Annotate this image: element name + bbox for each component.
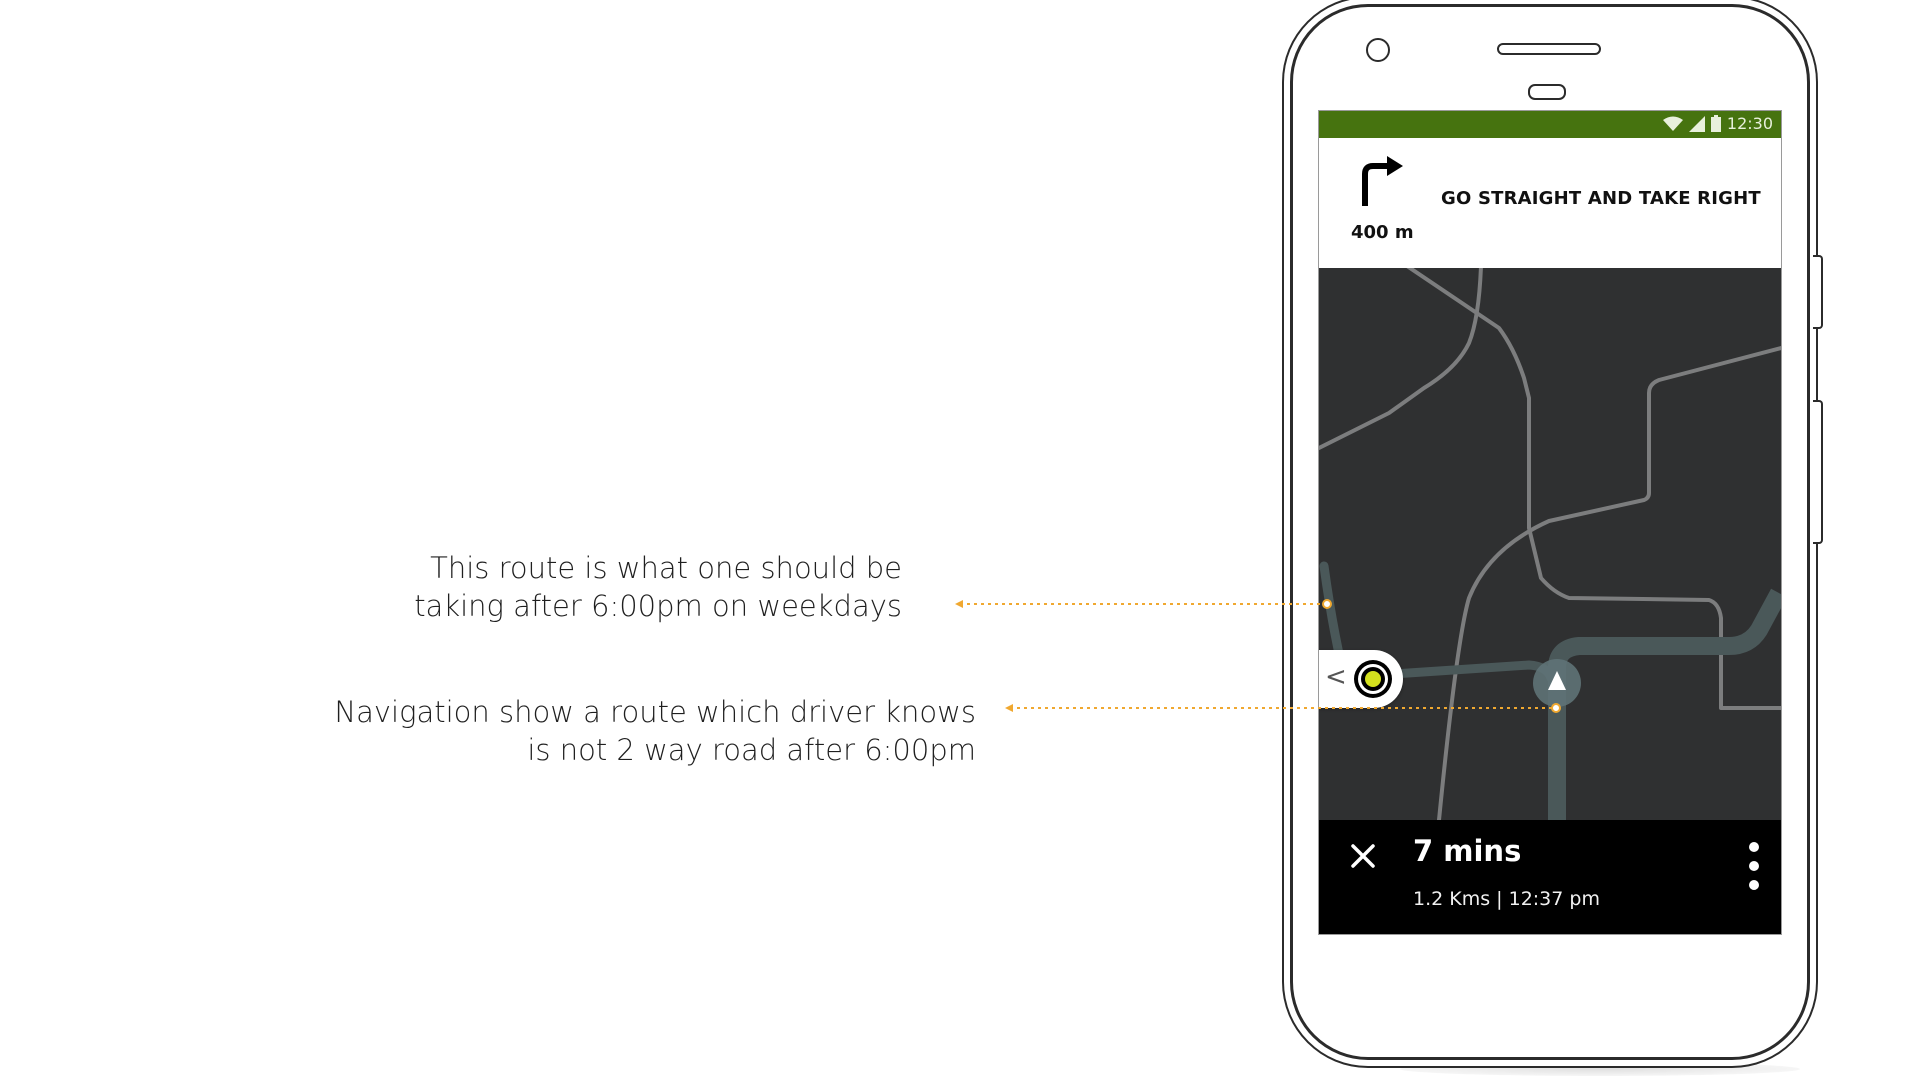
status-time: 12:30	[1726, 114, 1773, 133]
power-button	[1813, 255, 1823, 329]
phone-shadow	[1400, 1062, 1800, 1076]
annotation-line: Navigation show a route which driver kno…	[334, 695, 976, 729]
battery-icon	[1710, 115, 1721, 132]
turn-distance: 400 m	[1351, 222, 1414, 243]
status-bar: 12:30	[1319, 111, 1781, 138]
volume-button	[1813, 400, 1823, 544]
more-vertical-icon[interactable]	[1747, 840, 1761, 896]
map-roads	[1319, 264, 1781, 822]
signal-icon	[1688, 115, 1705, 132]
earpiece-speaker	[1497, 43, 1601, 55]
location-drawer-tab[interactable]: <	[1319, 650, 1403, 708]
leader-arrowhead	[955, 600, 963, 608]
annotation-line: This route is what one should be	[430, 551, 902, 585]
location-marker-icon	[1354, 660, 1392, 698]
map-view[interactable]: <	[1319, 264, 1781, 822]
trip-distance-arrival: 1.2 Kms | 12:37 pm	[1413, 888, 1600, 910]
chevron-left-icon: <	[1325, 662, 1347, 692]
navigation-instruction-panel: 400 m GO STRAIGHT AND TAKE RIGHT	[1319, 138, 1781, 268]
close-icon[interactable]	[1345, 838, 1381, 874]
leader-arrowhead	[1005, 704, 1013, 712]
wifi-icon	[1662, 116, 1683, 131]
annotation-navigation-route: Navigation show a route which driver kno…	[334, 693, 976, 769]
turn-right-arrow-icon	[1362, 156, 1403, 206]
turn-instruction: GO STRAIGHT AND TAKE RIGHT	[1441, 188, 1761, 209]
front-camera	[1366, 38, 1390, 62]
trip-summary-bar: 7 mins 1.2 Kms | 12:37 pm	[1319, 820, 1781, 934]
canvas: This route is what one should be taking …	[0, 0, 1920, 1080]
proximity-sensor	[1528, 84, 1566, 100]
map-road	[1437, 346, 1781, 822]
eta-duration: 7 mins	[1413, 834, 1522, 868]
annotation-line: taking after 6:00pm on weekdays	[414, 589, 902, 623]
annotation-line: is not 2 way road after 6:00pm	[527, 733, 976, 767]
annotation-correct-route: This route is what one should be taking …	[414, 549, 902, 625]
phone-screen: 12:30 400 m GO STRAIGHT AND TAKE RIGHT <…	[1318, 110, 1782, 935]
map-road	[1319, 264, 1483, 450]
